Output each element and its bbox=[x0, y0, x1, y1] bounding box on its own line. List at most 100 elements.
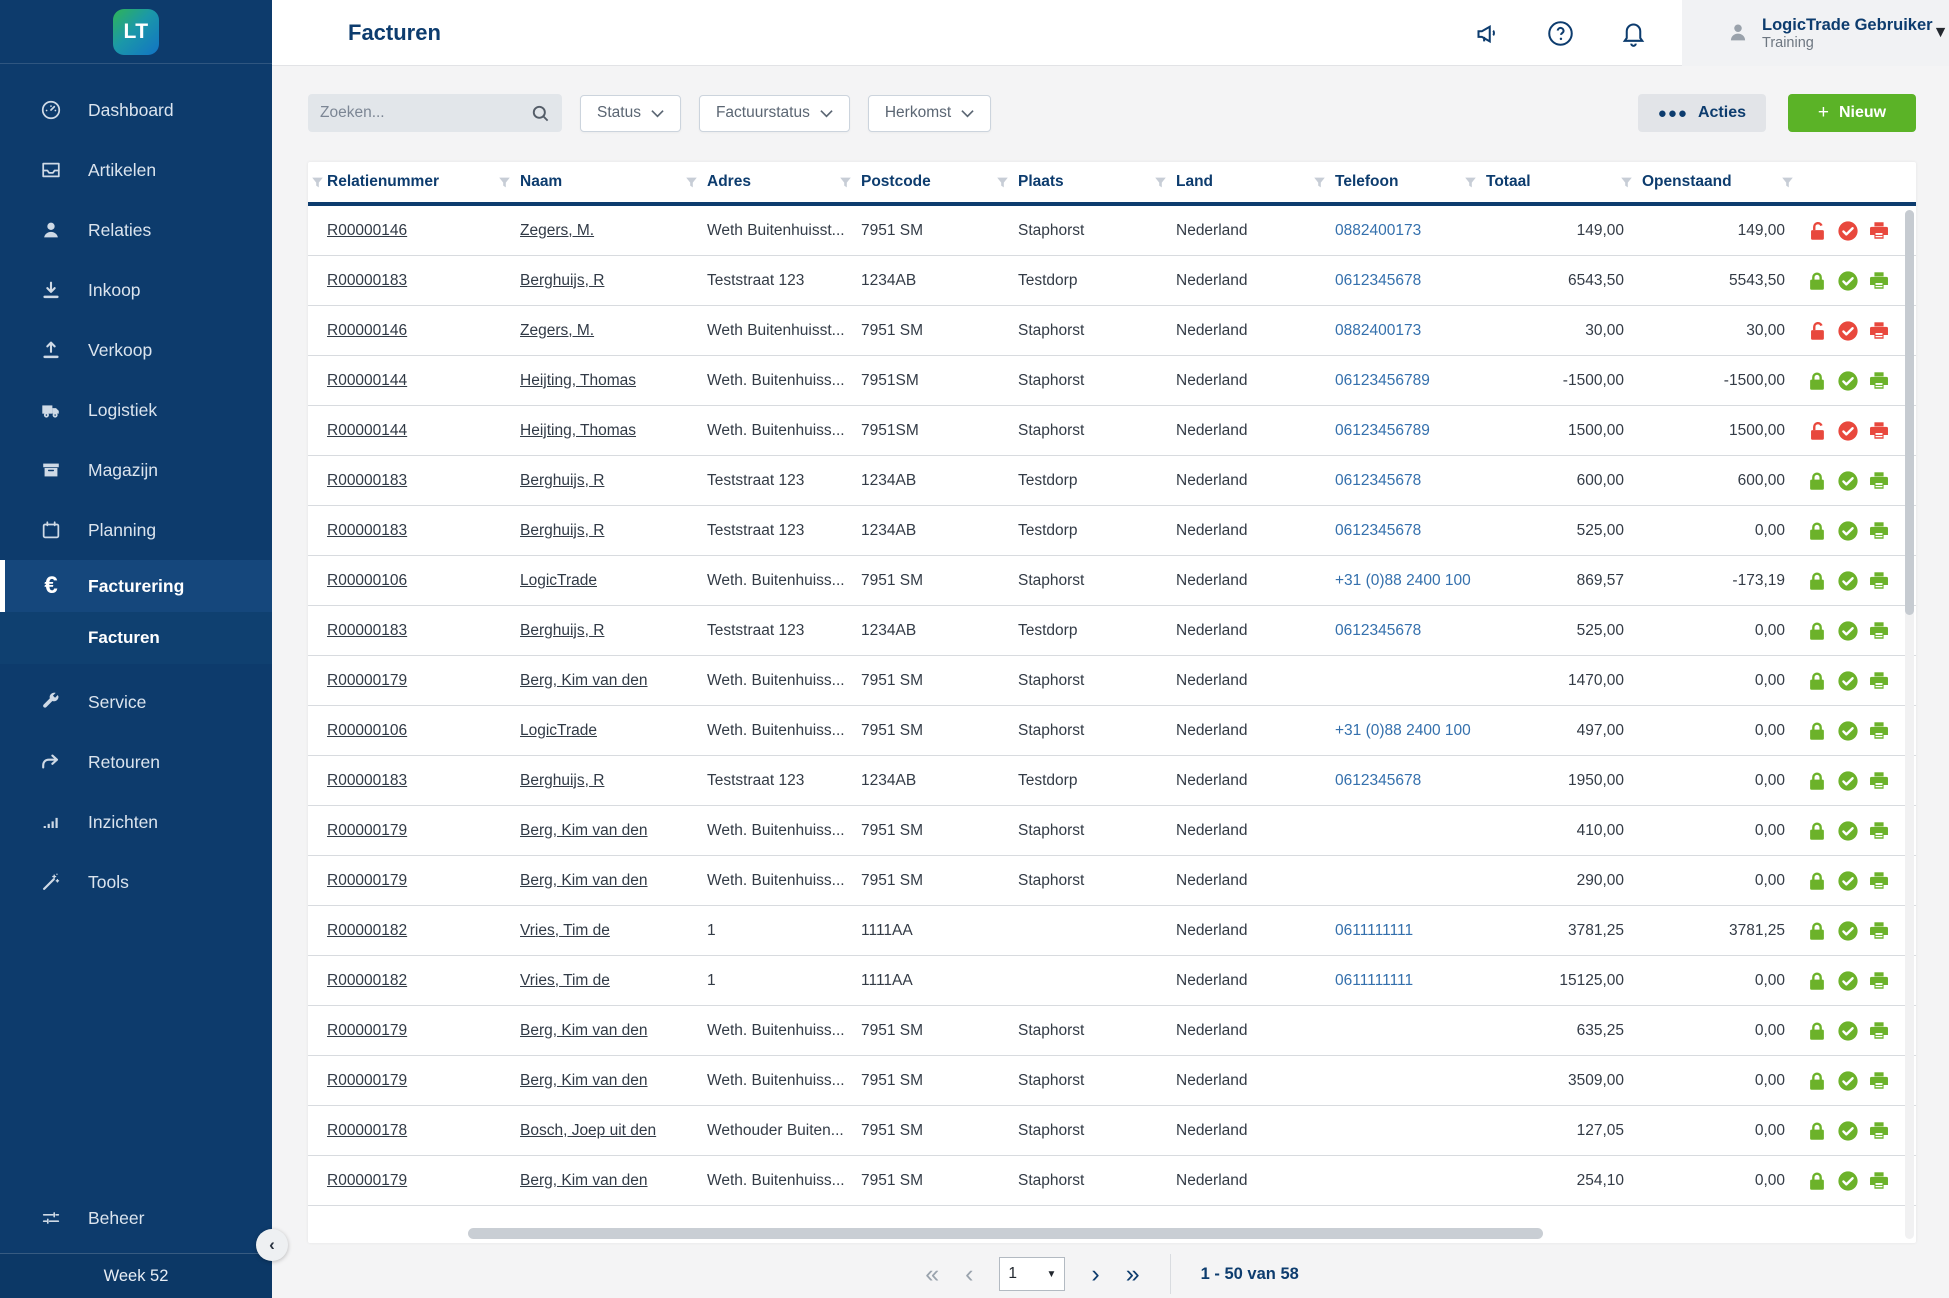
sidebar-item-facturering[interactable]: €Facturering bbox=[0, 560, 272, 612]
filter-funnel-icon[interactable] bbox=[311, 176, 324, 189]
relation-name-link[interactable]: Berg, Kim van den bbox=[520, 1022, 648, 1039]
relation-number-link[interactable]: R00000183 bbox=[327, 772, 407, 789]
filter-funnel-icon[interactable] bbox=[1313, 176, 1326, 189]
relation-name-link[interactable]: Heijting, Thomas bbox=[520, 372, 636, 389]
relation-number-link[interactable]: R00000144 bbox=[327, 372, 407, 389]
sidebar-item-planning[interactable]: Planning bbox=[0, 500, 272, 560]
relation-name-link[interactable]: Vries, Tim de bbox=[520, 972, 610, 989]
relation-number-link[interactable]: R00000146 bbox=[327, 322, 407, 339]
filter-funnel-icon[interactable] bbox=[1464, 176, 1477, 189]
invoice-row[interactable]: R00000179Berg, Kim van denWeth. Buitenhu… bbox=[308, 856, 1916, 906]
actions-button[interactable]: ●●● Acties bbox=[1638, 94, 1766, 132]
relation-name-link[interactable]: Berg, Kim van den bbox=[520, 1172, 648, 1189]
sidebar-item-retouren[interactable]: Retouren bbox=[0, 732, 272, 792]
lock-icon[interactable] bbox=[1806, 770, 1828, 792]
printer-icon[interactable] bbox=[1868, 620, 1890, 642]
invoice-row[interactable]: R00000179Berg, Kim van denWeth. Buitenhu… bbox=[308, 656, 1916, 706]
search-icon[interactable] bbox=[531, 104, 550, 123]
check-circle-icon[interactable] bbox=[1837, 470, 1859, 492]
lock-icon[interactable] bbox=[1806, 370, 1828, 392]
relation-name-link[interactable]: Berg, Kim van den bbox=[520, 822, 648, 839]
invoice-row[interactable]: R00000178Bosch, Joep uit denWethouder Bu… bbox=[308, 1106, 1916, 1156]
phone-link[interactable]: +31 (0)88 2400 100 bbox=[1335, 722, 1471, 739]
sidebar-item-magazijn[interactable]: Magazijn bbox=[0, 440, 272, 500]
page-select[interactable]: 1 ▼ bbox=[999, 1257, 1065, 1291]
invoice-row[interactable]: R00000146Zegers, M.Weth Buitenhuisst...7… bbox=[308, 306, 1916, 356]
invoice-row[interactable]: R00000144Heijting, ThomasWeth. Buitenhui… bbox=[308, 406, 1916, 456]
column-header-plaats[interactable]: Plaats bbox=[1015, 162, 1173, 202]
printer-icon[interactable] bbox=[1868, 670, 1890, 692]
lock-icon[interactable] bbox=[1806, 970, 1828, 992]
invoice-row[interactable]: R00000179Berg, Kim van denWeth. Buitenhu… bbox=[308, 1156, 1916, 1206]
sidebar-item-verkoop[interactable]: Verkoop bbox=[0, 320, 272, 380]
filter-funnel-icon[interactable] bbox=[839, 176, 852, 189]
column-header-totaal[interactable]: Totaal bbox=[1483, 162, 1639, 202]
lock-icon[interactable] bbox=[1806, 620, 1828, 642]
filter-funnel-icon[interactable] bbox=[498, 176, 511, 189]
printer-icon[interactable] bbox=[1868, 570, 1890, 592]
lock-icon[interactable] bbox=[1806, 1120, 1828, 1142]
column-header-postcode[interactable]: Postcode bbox=[858, 162, 1015, 202]
lock-icon[interactable] bbox=[1806, 570, 1828, 592]
filter-funnel-icon[interactable] bbox=[996, 176, 1009, 189]
check-circle-icon[interactable] bbox=[1837, 1070, 1859, 1092]
check-circle-icon[interactable] bbox=[1837, 570, 1859, 592]
invoice-row[interactable]: R00000183Berghuijs, RTeststraat 1231234A… bbox=[308, 756, 1916, 806]
column-header-openstaand[interactable]: Openstaand bbox=[1639, 162, 1800, 202]
invoice-row[interactable]: R00000146Zegers, M.Weth Buitenhuisst...7… bbox=[308, 206, 1916, 256]
relation-name-link[interactable]: Bosch, Joep uit den bbox=[520, 1122, 656, 1139]
check-circle-icon[interactable] bbox=[1837, 820, 1859, 842]
phone-link[interactable]: 06123456789 bbox=[1335, 372, 1430, 389]
relation-name-link[interactable]: Vries, Tim de bbox=[520, 922, 610, 939]
sidebar-collapse-button[interactable]: ‹ bbox=[256, 1229, 288, 1261]
printer-icon[interactable] bbox=[1868, 220, 1890, 242]
relation-name-link[interactable]: Heijting, Thomas bbox=[520, 422, 636, 439]
filter-funnel-icon[interactable] bbox=[1154, 176, 1167, 189]
phone-link[interactable]: 0611111111 bbox=[1335, 972, 1413, 989]
check-circle-icon[interactable] bbox=[1837, 770, 1859, 792]
previous-page-button[interactable]: ‹ bbox=[965, 1262, 973, 1287]
horizontal-scrollbar[interactable] bbox=[468, 1228, 1543, 1239]
phone-link[interactable]: 0882400173 bbox=[1335, 222, 1421, 239]
lock-icon[interactable] bbox=[1806, 820, 1828, 842]
relation-name-link[interactable]: Berghuijs, R bbox=[520, 472, 604, 489]
relation-number-link[interactable]: R00000106 bbox=[327, 722, 407, 739]
filter-funnel-icon[interactable] bbox=[685, 176, 698, 189]
relation-number-link[interactable]: R00000106 bbox=[327, 572, 407, 589]
phone-link[interactable]: 0611111111 bbox=[1335, 922, 1413, 939]
check-circle-icon[interactable] bbox=[1837, 1170, 1859, 1192]
check-circle-icon[interactable] bbox=[1837, 220, 1859, 242]
phone-link[interactable]: 0612345678 bbox=[1335, 772, 1421, 789]
relation-name-link[interactable]: LogicTrade bbox=[520, 572, 597, 589]
relation-name-link[interactable]: Zegers, M. bbox=[520, 322, 594, 339]
column-header-telefoon[interactable]: Telefoon bbox=[1332, 162, 1483, 202]
first-page-button[interactable]: « bbox=[925, 1262, 939, 1287]
relation-number-link[interactable]: R00000179 bbox=[327, 1072, 407, 1089]
phone-link[interactable]: 0612345678 bbox=[1335, 522, 1421, 539]
relation-number-link[interactable]: R00000144 bbox=[327, 422, 407, 439]
invoice-row[interactable]: R00000144Heijting, ThomasWeth. Buitenhui… bbox=[308, 356, 1916, 406]
column-header-land[interactable]: Land bbox=[1173, 162, 1332, 202]
help-icon[interactable] bbox=[1547, 20, 1574, 47]
relation-number-link[interactable]: R00000179 bbox=[327, 1022, 407, 1039]
user-menu[interactable]: LogicTrade Gebruiker Training ▼ bbox=[1682, 0, 1949, 66]
check-circle-icon[interactable] bbox=[1837, 520, 1859, 542]
relation-name-link[interactable]: Berghuijs, R bbox=[520, 522, 604, 539]
relation-number-link[interactable]: R00000179 bbox=[327, 822, 407, 839]
invoice-row[interactable]: R00000183Berghuijs, RTeststraat 1231234A… bbox=[308, 506, 1916, 556]
printer-icon[interactable] bbox=[1868, 470, 1890, 492]
sidebar-item-inkoop[interactable]: Inkoop bbox=[0, 260, 272, 320]
invoice-row[interactable]: R00000179Berg, Kim van denWeth. Buitenhu… bbox=[308, 1006, 1916, 1056]
phone-link[interactable]: 0612345678 bbox=[1335, 472, 1421, 489]
relation-number-link[interactable]: R00000178 bbox=[327, 1122, 407, 1139]
printer-icon[interactable] bbox=[1868, 520, 1890, 542]
relation-number-link[interactable]: R00000182 bbox=[327, 972, 407, 989]
sidebar-item-artikelen[interactable]: Artikelen bbox=[0, 140, 272, 200]
printer-icon[interactable] bbox=[1868, 820, 1890, 842]
phone-link[interactable]: 0882400173 bbox=[1335, 322, 1421, 339]
check-circle-icon[interactable] bbox=[1837, 970, 1859, 992]
sidebar-item-logistiek[interactable]: Logistiek bbox=[0, 380, 272, 440]
lock-icon[interactable] bbox=[1806, 870, 1828, 892]
logictrade-logo[interactable]: LT bbox=[113, 9, 159, 55]
phone-link[interactable]: +31 (0)88 2400 100 bbox=[1335, 572, 1471, 589]
